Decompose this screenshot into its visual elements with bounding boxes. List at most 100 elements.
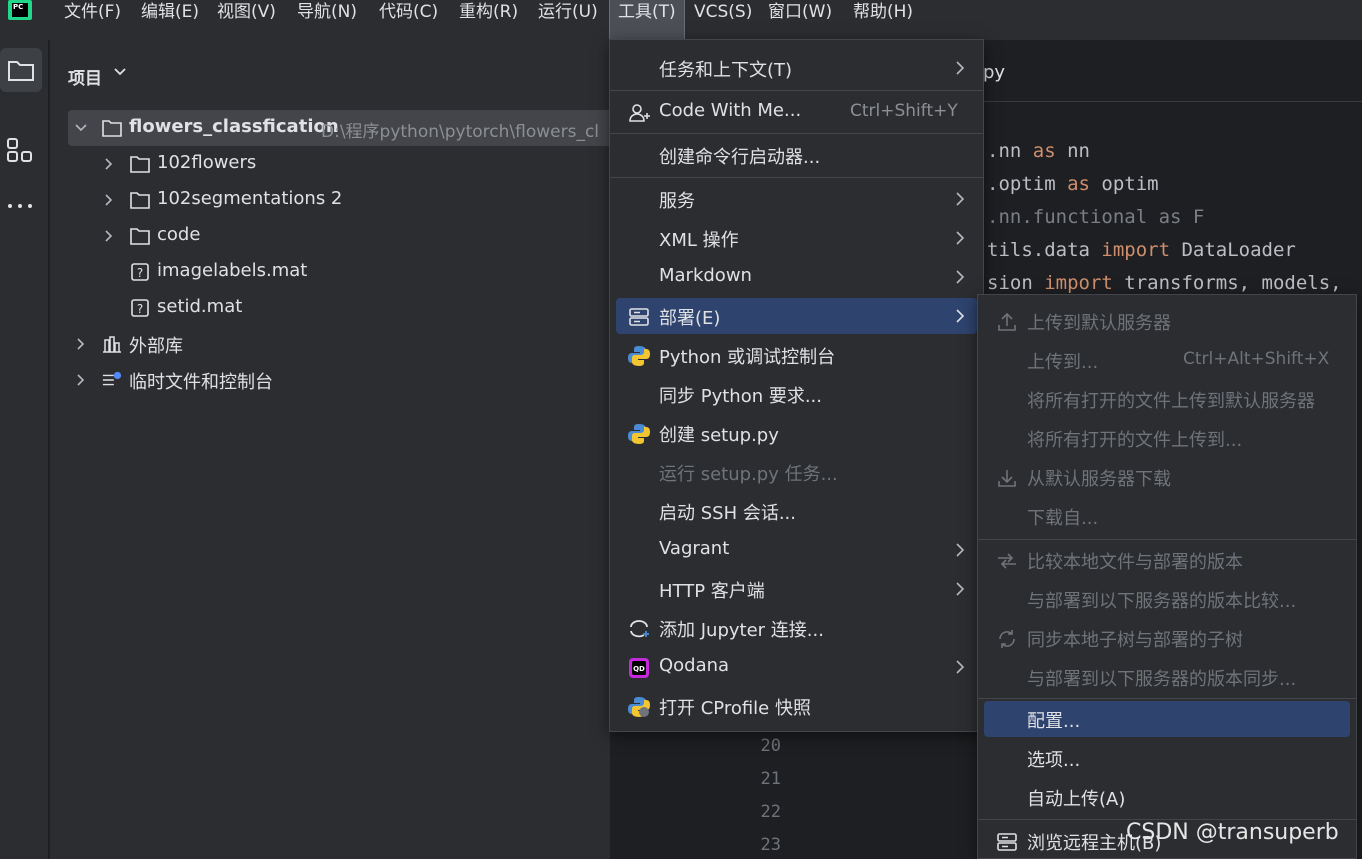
- line-number: 21: [760, 769, 781, 789]
- menu-item-services[interactable]: 服务: [616, 181, 977, 217]
- unknown-file-icon: ?: [131, 299, 149, 317]
- sync-icon: [999, 630, 1015, 648]
- menu-item-open-cprofile[interactable]: 打开 CProfile 快照: [616, 688, 977, 724]
- server-icon: [997, 833, 1017, 851]
- tree-row[interactable]: 102segmentations 2: [68, 182, 610, 218]
- menu-item-download-default: 从默认服务器下载: [984, 459, 1350, 495]
- unknown-file-icon: ?: [131, 263, 149, 281]
- library-icon: [103, 336, 121, 353]
- chevron-right-icon[interactable]: [74, 373, 88, 387]
- menu-item-vagrant[interactable]: Vagrant: [616, 532, 977, 568]
- tool-window-strip: [0, 40, 49, 859]
- menu-item-create-setup[interactable]: 创建 setup.py: [616, 415, 977, 451]
- tree-row-external-libraries[interactable]: 外部库: [68, 326, 610, 362]
- profiler-icon: [628, 697, 650, 717]
- jupyter-icon: [630, 620, 649, 638]
- menu-item-upload-to: 上传到... Ctrl+Alt+Shift+X: [1027, 349, 1330, 373]
- tree-label: code: [157, 224, 201, 245]
- project-panel-title[interactable]: 项目: [68, 64, 102, 89]
- folder-icon: [102, 120, 122, 137]
- menu-item-http-client[interactable]: HTTP 客户端: [616, 571, 977, 607]
- menu-navigate[interactable]: 导航(N): [289, 0, 365, 30]
- menu-item-markdown[interactable]: Markdown: [616, 259, 977, 295]
- tree-row[interactable]: ? imagelabels.mat: [68, 254, 610, 290]
- menu-item-configuration[interactable]: 配置...: [984, 701, 1350, 737]
- menu-item-options[interactable]: 选项...: [984, 740, 1350, 776]
- code-line[interactable]: sion import transforms, models,: [987, 272, 1342, 294]
- chevron-right-icon[interactable]: [102, 229, 116, 243]
- tree-path: D:\程序python\pytorch\flowers_cl: [321, 122, 600, 142]
- chevron-right-icon: [956, 61, 965, 75]
- menu-tools[interactable]: 工具(T): [609, 0, 685, 39]
- menu-item-sync-subtree: 同步本地子树与部署的子树: [984, 620, 1350, 656]
- person-add-icon: [629, 104, 650, 122]
- tree-row[interactable]: code: [68, 218, 610, 254]
- menu-item-sync-requirements[interactable]: 同步 Python 要求...: [616, 376, 977, 412]
- tree-label: 102flowers: [157, 152, 257, 173]
- tree-label: 102segmentations 2: [157, 188, 343, 209]
- tree-label: imagelabels.mat: [157, 260, 308, 281]
- more-icon: [8, 204, 32, 208]
- chevron-right-icon[interactable]: [102, 193, 116, 207]
- project-panel: 项目 flowers_classfication D:\程序python\pyt…: [50, 40, 610, 859]
- structure-tool-button[interactable]: [0, 126, 42, 170]
- python-icon: [628, 346, 650, 366]
- project-tool-button[interactable]: [0, 48, 42, 92]
- tree-row[interactable]: 102flowers: [68, 146, 610, 182]
- menu-item-compare-server: 与部署到以下服务器的版本比较...: [1027, 591, 1297, 612]
- tree-label: setid.mat: [157, 296, 243, 317]
- code-line[interactable]: .nn.functional as F: [987, 206, 1204, 228]
- menu-item-compare-local: 比较本地文件与部署的版本: [984, 542, 1350, 578]
- more-tools-button[interactable]: [0, 186, 42, 230]
- menu-item-create-launcher[interactable]: 创建命令行启动器...: [616, 137, 977, 173]
- scratches-icon: [102, 371, 122, 386]
- menu-item-python-console[interactable]: Python 或调试控制台: [616, 337, 977, 373]
- tools-menu: 任务和上下文(T) Code With Me... Ctrl+Shift+Y 创…: [609, 39, 984, 732]
- menu-item-add-jupyter[interactable]: 添加 Jupyter 连接...: [616, 610, 977, 646]
- svg-text:?: ?: [137, 302, 143, 316]
- code-line[interactable]: .optim as optim: [987, 173, 1159, 195]
- code-line[interactable]: tils.data import DataLoader: [987, 239, 1296, 261]
- menu-item-sync-server: 与部署到以下服务器的版本同步...: [1027, 669, 1297, 690]
- tree-row[interactable]: ? setid.mat: [68, 290, 610, 326]
- chevron-right-icon[interactable]: [74, 337, 88, 351]
- menu-edit[interactable]: 编辑(E): [133, 0, 207, 30]
- menu-refactor[interactable]: 重构(R): [451, 0, 526, 30]
- menu-item-qodana[interactable]: QD Qodana: [616, 649, 977, 685]
- code-line[interactable]: .nn as nn: [987, 140, 1090, 162]
- line-number: 20: [760, 736, 781, 756]
- line-number: 22: [760, 802, 781, 822]
- menu-item-run-setup-task: 运行 setup.py 任务...: [659, 464, 838, 485]
- menu-vcs[interactable]: VCS(S): [686, 0, 760, 30]
- menu-view[interactable]: 视图(V): [209, 0, 284, 30]
- menu-item-upload-all-default: 将所有打开的文件上传到默认服务器: [1027, 391, 1315, 412]
- menu-code[interactable]: 代码(C): [371, 0, 446, 30]
- folder-icon: [130, 156, 150, 173]
- tree-label: flowers_classfication: [129, 116, 339, 137]
- menu-item-ssh-session[interactable]: 启动 SSH 会话...: [616, 493, 977, 529]
- menu-item-xml-actions[interactable]: XML 操作: [616, 220, 977, 256]
- folder-icon: [8, 61, 34, 81]
- chevron-right-icon: [956, 231, 965, 245]
- qodana-icon: QD: [629, 658, 649, 678]
- menu-window[interactable]: 窗口(W): [760, 0, 840, 30]
- menu-item-download-from: 下载自...: [1027, 508, 1099, 529]
- editor-tab-label[interactable]: py: [983, 62, 1005, 83]
- menu-file[interactable]: 文件(F): [56, 0, 129, 30]
- menu-item-code-with-me[interactable]: Code With Me... Ctrl+Shift+Y: [616, 94, 977, 130]
- tree-label: 临时文件和控制台: [129, 372, 273, 393]
- menu-run[interactable]: 运行(U): [530, 0, 606, 30]
- tree-row-project-root[interactable]: flowers_classfication D:\程序python\pytorc…: [68, 110, 610, 146]
- menu-item-tasks-context[interactable]: 任务和上下文(T): [616, 50, 977, 86]
- deployment-submenu: 上传到默认服务器 上传到... Ctrl+Alt+Shift+X 将所有打开的文…: [977, 294, 1357, 859]
- menu-item-deployment[interactable]: 部署(E): [616, 298, 977, 334]
- chevron-right-icon[interactable]: [102, 157, 116, 171]
- chevron-down-icon[interactable]: [114, 66, 126, 80]
- menu-help[interactable]: 帮助(H): [845, 0, 921, 30]
- menu-item-auto-upload[interactable]: 自动上传(A): [984, 779, 1350, 815]
- svg-text:?: ?: [137, 266, 143, 280]
- menu-item-upload-default: 上传到默认服务器: [984, 303, 1350, 339]
- chevron-right-icon: [956, 660, 965, 674]
- chevron-down-icon[interactable]: [74, 121, 88, 135]
- tree-row-scratches[interactable]: 临时文件和控制台: [68, 362, 610, 398]
